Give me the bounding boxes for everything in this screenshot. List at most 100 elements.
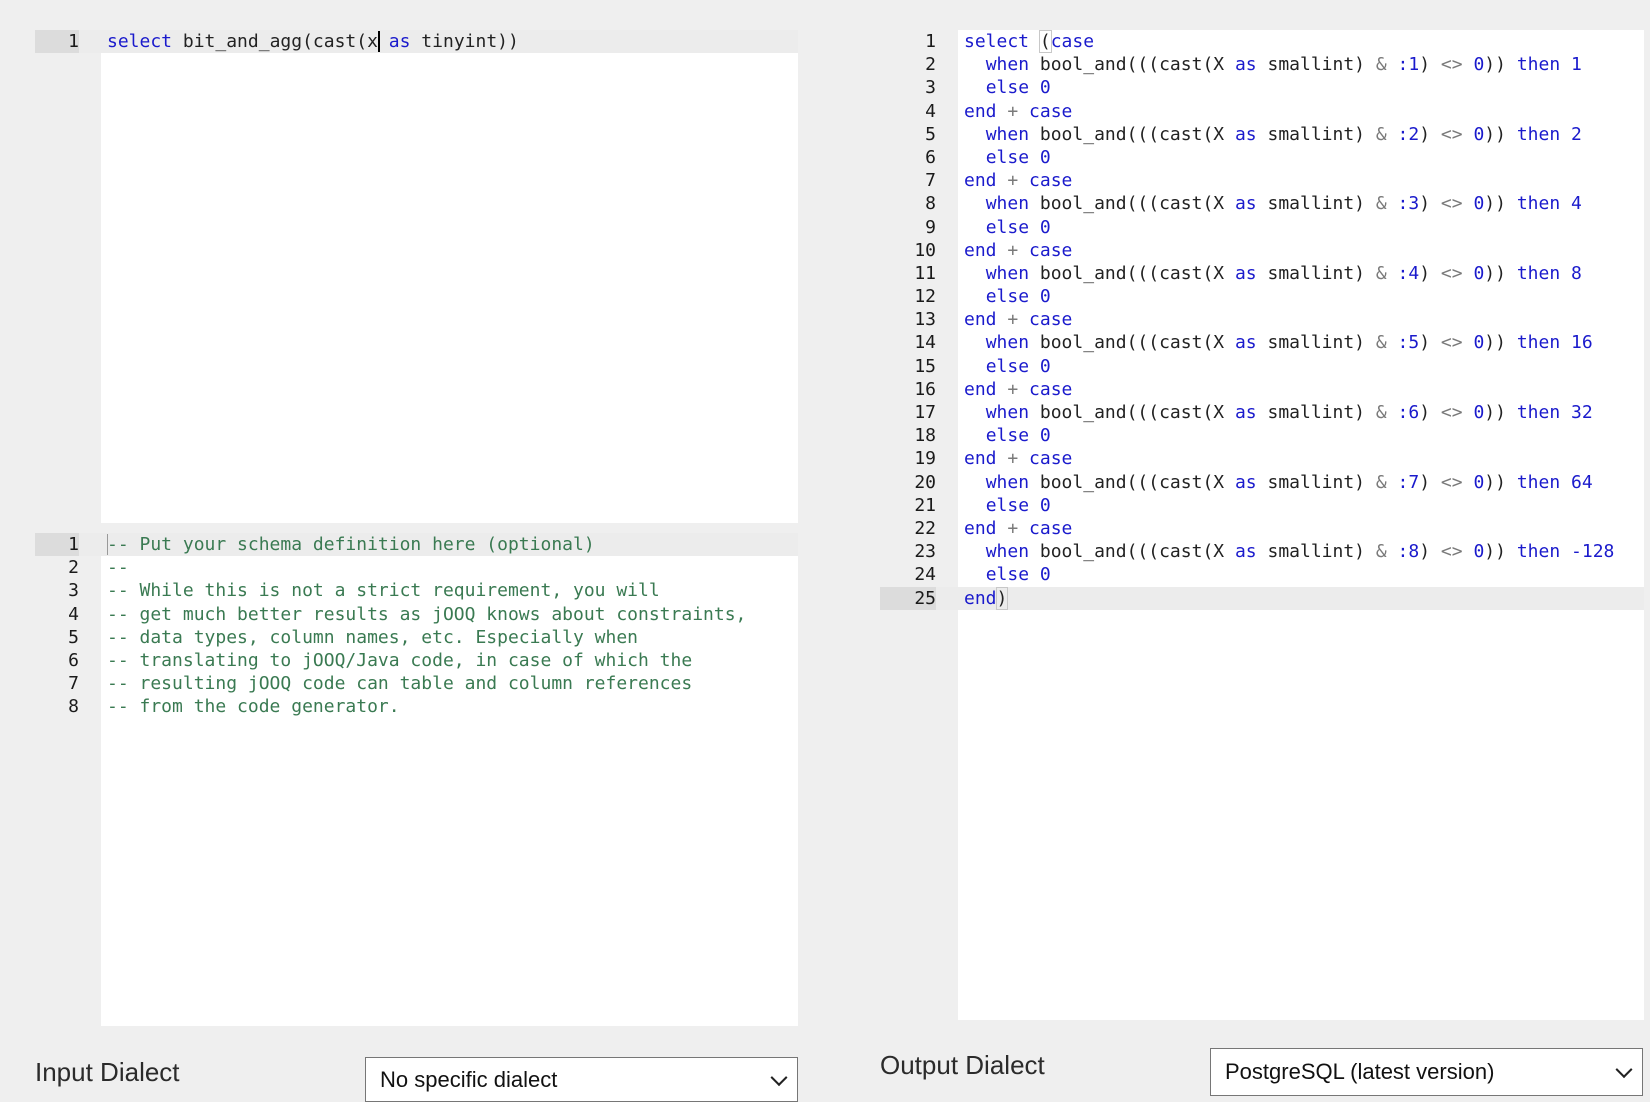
code-line[interactable]: 11 when bool_and(((cast(X as smallint) &… (880, 262, 1644, 285)
code-line[interactable]: 4 -- get much better results as jOOQ know… (35, 603, 798, 626)
code-token: end (964, 587, 997, 609)
code-line[interactable]: 18 else 0 (880, 424, 1644, 447)
code-text: -- from the code generator. (107, 695, 400, 718)
code-line[interactable]: 1 select bit_and_agg(cast(x as tinyint)) (35, 30, 798, 54)
code-line[interactable]: 15 else 0 (880, 355, 1644, 378)
code-text: when bool_and(((cast(X as smallint) & :1… (964, 53, 1582, 76)
code-line[interactable]: 19 end + case (880, 447, 1644, 470)
line-number: 1 (35, 533, 79, 557)
code-line[interactable]: 5 -- data types, column names, etc. Espec… (35, 626, 798, 649)
code-token: -- from the code generator. (107, 696, 400, 718)
code-token: 16 (1571, 332, 1593, 354)
code-line[interactable]: 17 when bool_and(((cast(X as smallint) &… (880, 401, 1644, 424)
code-text: -- resulting jOOQ code can table and col… (107, 672, 692, 695)
code-token: bool_and(((cast(X (1029, 262, 1235, 284)
code-line[interactable]: 2 when bool_and(((cast(X as smallint) & … (880, 53, 1644, 76)
code-token: & (1375, 471, 1387, 493)
code-line[interactable]: 8 when bool_and(((cast(X as smallint) & … (880, 192, 1644, 215)
code-text: when bool_and(((cast(X as smallint) & :3… (964, 192, 1582, 215)
code-token: then (1516, 332, 1561, 354)
code-line[interactable]: 7 -- resulting jOOQ code can table and co… (35, 672, 798, 695)
code-token: case (1029, 448, 1073, 470)
code-line[interactable]: 1 -- Put your schema definition here (opt… (35, 533, 798, 557)
code-line[interactable]: 7 end + case (880, 169, 1644, 192)
code-line[interactable]: 24 else 0 (880, 563, 1644, 586)
input-sql-editor[interactable]: 1 select bit_and_agg(cast(x as tinyint)) (35, 30, 798, 523)
code-token: else (985, 425, 1030, 447)
code-line[interactable]: 9 else 0 (880, 216, 1644, 239)
line-number: 1 (35, 30, 79, 54)
code-line[interactable]: 12 else 0 (880, 285, 1644, 308)
code-line[interactable]: 10 end + case (880, 239, 1644, 262)
code-token: as (1234, 402, 1257, 423)
line-number: 8 (925, 193, 936, 215)
code-line[interactable]: 14 when bool_and(((cast(X as smallint) &… (880, 331, 1644, 354)
code-text: else 0 (964, 76, 1051, 99)
code-line[interactable]: 6 -- translating to jOOQ/Java code, in ca… (35, 649, 798, 672)
code-token: bool_and(((cast(X (1029, 332, 1235, 354)
code-line[interactable]: 6 else 0 (880, 146, 1644, 169)
code-token: else (985, 564, 1030, 586)
code-line[interactable]: 3 else 0 (880, 76, 1644, 99)
code-text: end + case (964, 517, 1072, 540)
code-token: & (1375, 332, 1387, 354)
code-token: end (964, 448, 997, 470)
code-line[interactable]: 2 -- (35, 556, 798, 579)
code-token: <> (1440, 541, 1463, 563)
code-line[interactable]: 1 select (case (880, 30, 1644, 53)
code-text: else 0 (964, 355, 1051, 378)
code-token: 0 (1039, 146, 1051, 168)
code-token: :8 (1397, 541, 1420, 563)
code-token: ) (1419, 262, 1441, 284)
code-line[interactable]: 13 end + case (880, 308, 1644, 331)
code-token: then (1516, 262, 1561, 284)
chevron-down-icon (1615, 1061, 1633, 1079)
code-token: 0 (1039, 564, 1051, 586)
code-line[interactable]: 21 else 0 (880, 494, 1644, 517)
code-token: bool_and(((cast(X (1029, 193, 1235, 215)
line-number: 22 (914, 517, 936, 539)
output-sql-editor[interactable]: 1 select (case 2 when bool_and(((cast(X as… (880, 30, 1644, 1020)
line-number: 6 (925, 146, 936, 168)
code-text: -- translating to jOOQ/Java code, in cas… (107, 649, 692, 672)
code-token: then (1516, 54, 1561, 76)
code-token: -- Put your schema definition here (opti… (107, 534, 595, 555)
input-dialect-select[interactable]: No specific dialect (365, 1057, 798, 1102)
code-token: smallint) (1256, 332, 1376, 354)
code-token: smallint) (1256, 123, 1376, 145)
code-text: end + case (964, 239, 1072, 262)
code-text: select (case (964, 30, 1094, 53)
code-line[interactable]: 8 -- from the code generator. (35, 695, 798, 718)
code-token: :7 (1397, 471, 1420, 493)
code-token: :1 (1397, 54, 1420, 76)
code-line[interactable]: 16 end + case (880, 378, 1644, 401)
code-token: 0 (1039, 216, 1051, 238)
code-line[interactable]: 23 when bool_and(((cast(X as smallint) &… (880, 540, 1644, 563)
code-token: smallint) (1256, 471, 1376, 493)
line-number: 3 (68, 580, 79, 602)
code-line[interactable]: 5 when bool_and(((cast(X as smallint) & … (880, 123, 1644, 146)
code-token: when (985, 332, 1030, 354)
output-dialect-select[interactable]: PostgreSQL (latest version) (1210, 1048, 1643, 1096)
code-text: select bit_and_agg(cast(x as tinyint)) (107, 30, 519, 53)
code-line[interactable]: 25 end) (880, 586, 1644, 610)
code-text: else 0 (964, 494, 1051, 517)
code-line[interactable]: 20 when bool_and(((cast(X as smallint) &… (880, 471, 1644, 494)
code-line[interactable]: 22 end + case (880, 517, 1644, 540)
code-token: smallint) (1256, 54, 1376, 76)
code-line[interactable]: 4 end + case (880, 100, 1644, 123)
schema-editor[interactable]: 1 -- Put your schema definition here (opt… (35, 533, 798, 1026)
code-line[interactable]: 3 -- While this is not a strict requireme… (35, 579, 798, 602)
code-token: then (1516, 471, 1561, 493)
